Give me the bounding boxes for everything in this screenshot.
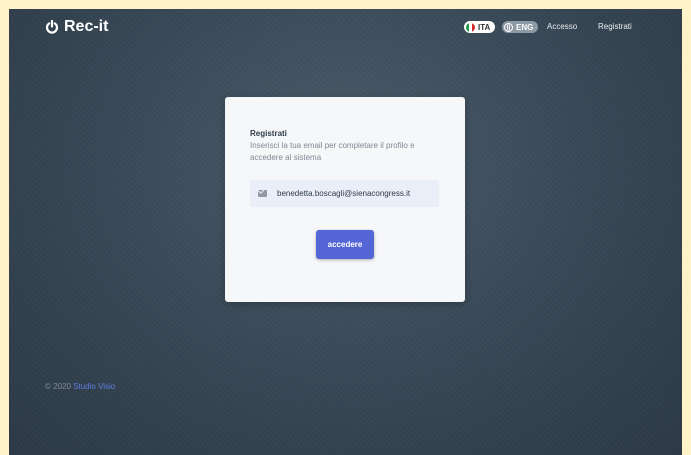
globe-icon <box>504 22 513 32</box>
envelope-icon <box>258 190 267 197</box>
copyright-text: © 2020 <box>45 382 71 391</box>
nav-accesso-link[interactable]: Accesso <box>547 22 577 31</box>
accedere-button[interactable]: accedere <box>316 230 374 259</box>
app-screen: Rec-it ITA ENG Accesso Registrati Regist… <box>9 9 682 455</box>
nav-registrati-link[interactable]: Registrati <box>598 22 632 31</box>
register-card: Registrati Inserisci la tua email per co… <box>225 97 465 302</box>
card-title: Registrati <box>250 129 287 138</box>
language-eng-label: ENG <box>516 22 534 32</box>
brand-logo[interactable]: Rec-it <box>45 18 108 36</box>
italy-flag-icon <box>466 22 475 32</box>
footer: © 2020 Studio Visio <box>45 382 115 391</box>
language-ita-button[interactable]: ITA <box>464 21 496 33</box>
studio-visio-link[interactable]: Studio Visio <box>73 382 115 391</box>
top-navbar: Rec-it ITA ENG Accesso Registrati <box>9 9 682 45</box>
brand-name: Rec-it <box>64 18 109 35</box>
card-description: Inserisci la tua email per completare il… <box>250 141 415 162</box>
language-eng-button[interactable]: ENG <box>502 21 539 33</box>
language-ita-label: ITA <box>478 22 491 32</box>
email-field[interactable] <box>250 180 439 207</box>
email-input[interactable] <box>277 189 437 198</box>
power-icon <box>45 20 59 34</box>
